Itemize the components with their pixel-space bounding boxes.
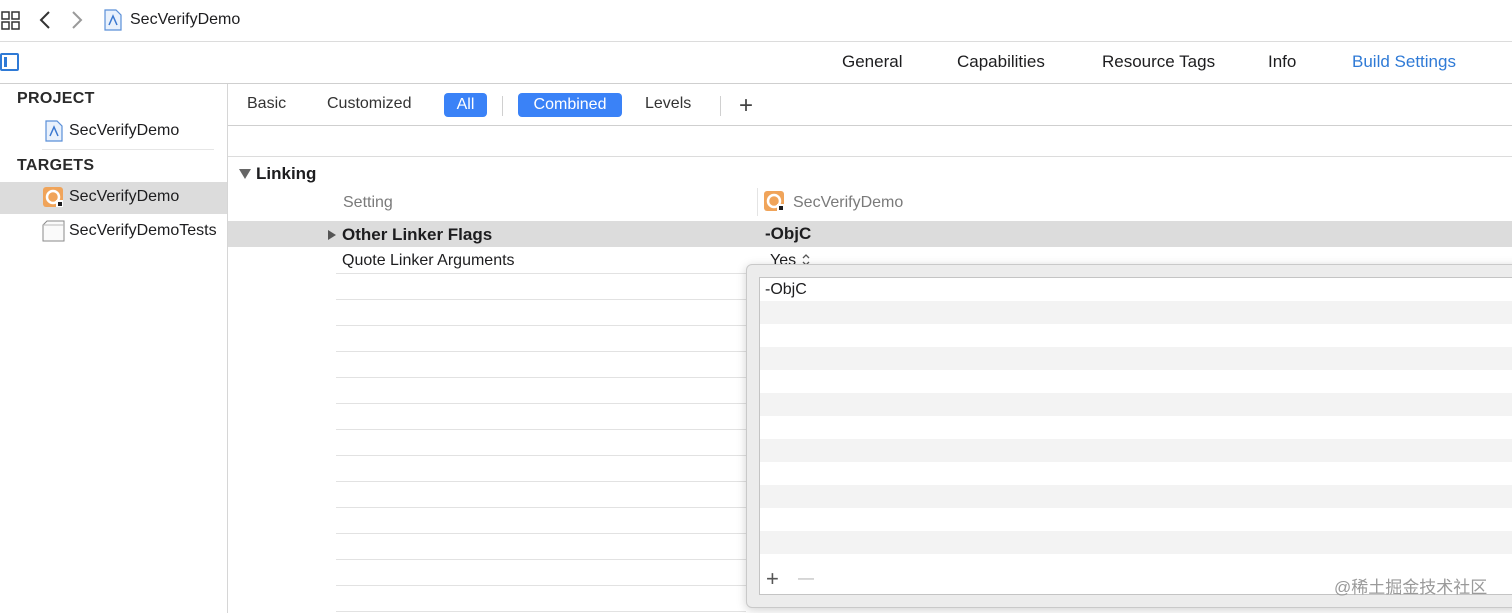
flags-list[interactable]: -ObjC + — xyxy=(759,277,1512,595)
divider xyxy=(502,96,503,116)
disclosure-closed-icon[interactable] xyxy=(327,228,337,240)
app-target-icon xyxy=(42,186,64,208)
watermark: @稀土掘金技术社区 xyxy=(1334,578,1488,597)
sidebar-item-target-tests[interactable]: SecVerifyDemoTests xyxy=(0,216,227,248)
linker-flags-popover: -ObjC + — xyxy=(746,264,1512,608)
grid-icon[interactable] xyxy=(1,11,21,31)
disclosure-open-icon[interactable] xyxy=(238,167,252,179)
setting-name: Other Linker Flags xyxy=(342,225,493,244)
tab-general[interactable]: General xyxy=(842,52,902,72)
filter-basic[interactable]: Basic xyxy=(247,95,286,113)
project-navigator: PROJECT SecVerifyDemo TARGETS SecVerifyD… xyxy=(0,84,228,613)
editor-tab-bar: General Capabilities Resource Tags Info … xyxy=(0,42,1512,84)
column-header-setting: Setting xyxy=(343,194,393,211)
jump-bar: SecVerifyDemo xyxy=(0,0,1512,42)
setting-row-other-linker-flags[interactable]: Other Linker Flags -ObjC xyxy=(228,221,1512,247)
tab-capabilities[interactable]: Capabilities xyxy=(957,52,1045,72)
sidebar-item-target-app[interactable]: SecVerifyDemo xyxy=(0,182,227,214)
project-section-header: PROJECT xyxy=(17,90,95,107)
filter-all[interactable]: All xyxy=(444,93,487,117)
targets-section-header: TARGETS xyxy=(17,157,95,174)
app-target-icon xyxy=(763,190,785,212)
setting-name: Quote Linker Arguments xyxy=(342,252,515,269)
sidebar-item-label: SecVerifyDemo xyxy=(69,188,180,205)
add-entry-button[interactable]: + xyxy=(766,566,779,592)
divider xyxy=(720,96,721,116)
sidebar-item-label: SecVerifyDemo xyxy=(69,122,180,139)
section-title-linking[interactable]: Linking xyxy=(256,164,316,184)
project-file-icon xyxy=(44,120,66,142)
sidebar-toggle-icon[interactable] xyxy=(0,52,20,72)
filter-combined[interactable]: Combined xyxy=(518,93,622,117)
forward-chevron-icon[interactable] xyxy=(70,10,84,30)
divider xyxy=(228,156,1512,157)
tab-build-settings[interactable]: Build Settings xyxy=(1352,52,1456,72)
project-file-icon xyxy=(104,9,122,31)
back-chevron-icon[interactable] xyxy=(38,10,52,30)
filter-customized[interactable]: Customized xyxy=(327,95,411,113)
sidebar-item-project[interactable]: SecVerifyDemo xyxy=(0,116,227,148)
filter-levels[interactable]: Levels xyxy=(645,95,691,113)
divider xyxy=(42,149,214,150)
column-header-target: SecVerifyDemo xyxy=(793,194,904,211)
test-bundle-icon xyxy=(42,220,65,242)
tab-resource-tags[interactable]: Resource Tags xyxy=(1102,52,1215,72)
sidebar-item-label: SecVerifyDemoTests xyxy=(69,222,217,239)
breadcrumb-title[interactable]: SecVerifyDemo xyxy=(130,11,240,29)
remove-entry-button[interactable]: — xyxy=(798,570,814,588)
list-item-text[interactable]: -ObjC xyxy=(765,281,807,299)
build-settings-filter-bar: Basic Customized All Combined Levels + xyxy=(228,84,1512,126)
add-setting-icon[interactable]: + xyxy=(739,92,753,120)
divider xyxy=(757,188,758,216)
tab-info[interactable]: Info xyxy=(1268,52,1296,72)
setting-value[interactable]: -ObjC xyxy=(765,224,811,244)
list-item[interactable]: -ObjC xyxy=(760,278,1512,301)
